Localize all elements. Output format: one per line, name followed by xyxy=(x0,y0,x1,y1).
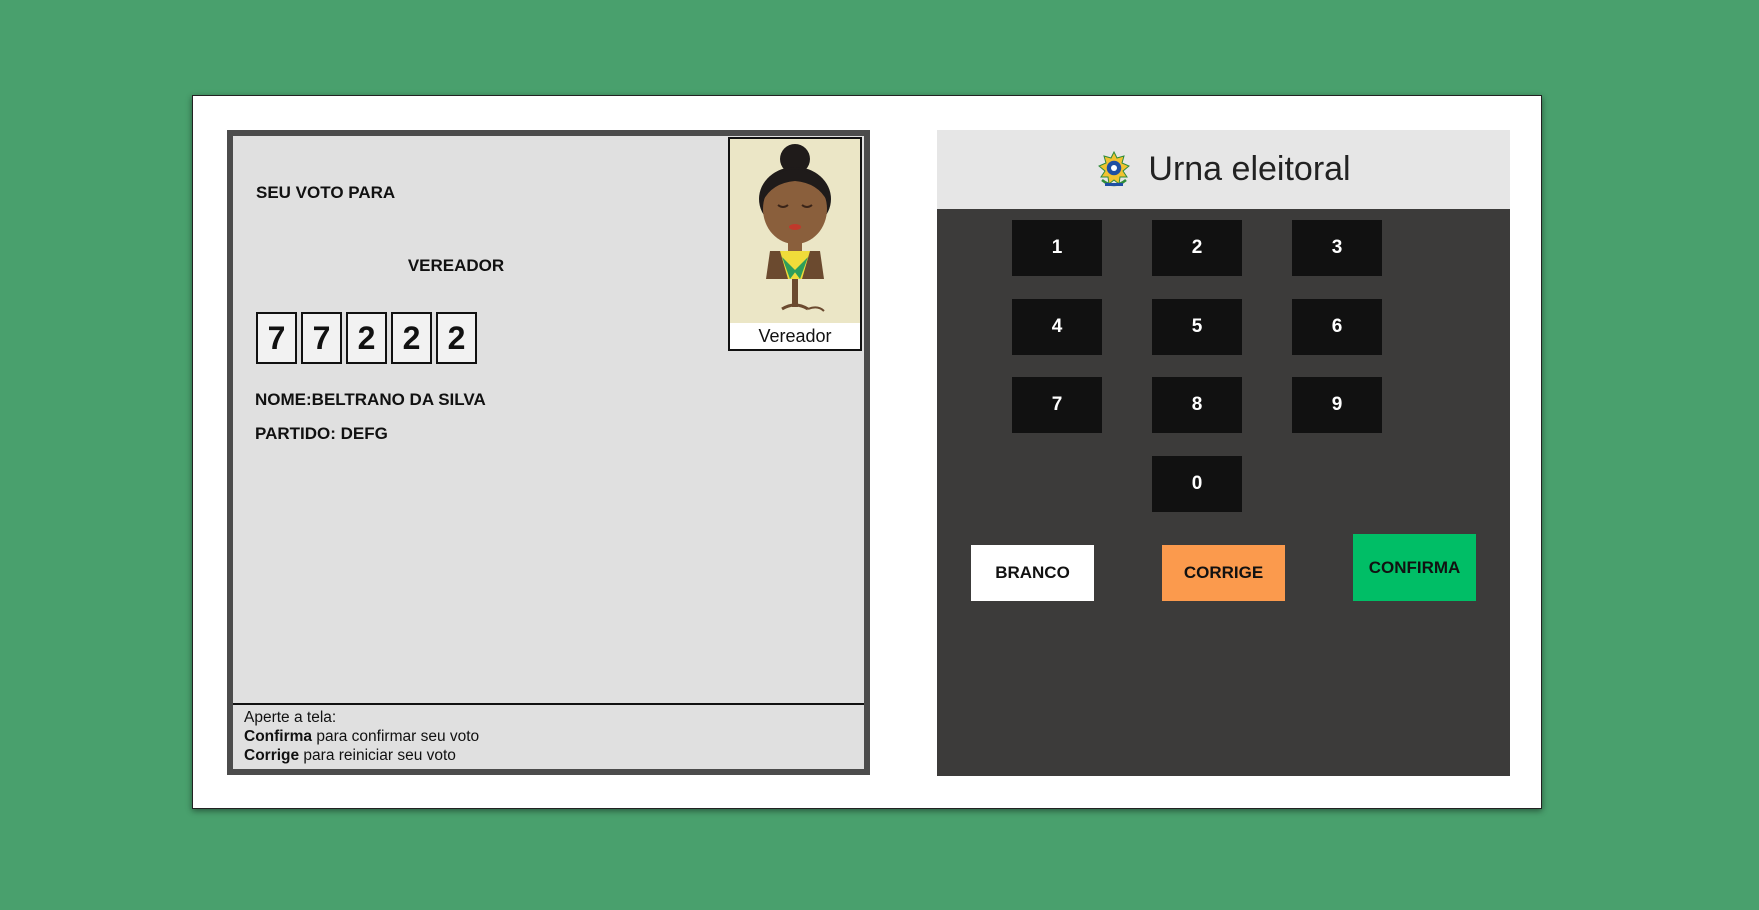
digit-box: 7 xyxy=(301,312,342,364)
digit-box: 2 xyxy=(391,312,432,364)
instructions-line3: Corrige para reiniciar seu voto xyxy=(244,746,864,765)
instructions-corrige-text: para reiniciar seu voto xyxy=(299,747,456,764)
key-1[interactable]: 1 xyxy=(1012,220,1102,276)
candidate-photo-card: Vereador xyxy=(728,137,862,351)
key-5[interactable]: 5 xyxy=(1152,299,1242,355)
keypad-title: Urna eleitoral xyxy=(1148,150,1351,188)
instructions-corrige-bold: Corrige xyxy=(244,747,300,764)
seu-voto-para-label: SEU VOTO PARA xyxy=(256,183,396,202)
digit-box: 2 xyxy=(436,312,477,364)
cargo-label: VEREADOR xyxy=(407,256,505,275)
corrige-button[interactable]: CORRIGE xyxy=(1162,545,1285,601)
key-2[interactable]: 2 xyxy=(1152,220,1242,276)
urna-container: SEU VOTO PARA VEREADOR 7 7 2 2 2 NOME:BE… xyxy=(192,95,1542,809)
number-digits: 7 7 2 2 2 xyxy=(256,312,481,364)
candidate-party: PARTIDO: DEFG xyxy=(255,424,388,443)
candidate-name: NOME:BELTRANO DA SILVA xyxy=(255,390,486,409)
instructions-line1: Aperte a tela: xyxy=(244,709,337,726)
key-4[interactable]: 4 xyxy=(1012,299,1102,355)
photo-caption: Vereador xyxy=(758,326,832,346)
voting-screen: SEU VOTO PARA VEREADOR 7 7 2 2 2 NOME:BE… xyxy=(227,130,870,775)
instructions-line2: Confirma para confirmar seu voto xyxy=(244,727,864,746)
key-9[interactable]: 9 xyxy=(1292,377,1382,433)
instructions-footer: Aperte a tela: Confirma para confirmar s… xyxy=(233,703,864,769)
branco-button[interactable]: BRANCO xyxy=(971,545,1094,601)
key-0[interactable]: 0 xyxy=(1152,456,1242,512)
instructions-confirma-bold: Confirma xyxy=(244,728,313,745)
keypad-panel: Urna eleitoral 1 2 3 4 5 6 7 8 9 0 BRANC… xyxy=(937,130,1510,776)
key-6[interactable]: 6 xyxy=(1292,299,1382,355)
digit-box: 2 xyxy=(346,312,387,364)
key-7[interactable]: 7 xyxy=(1012,377,1102,433)
brazil-coat-of-arms-icon xyxy=(1096,150,1132,190)
key-3[interactable]: 3 xyxy=(1292,220,1382,276)
confirma-button[interactable]: CONFIRMA xyxy=(1353,534,1476,601)
instructions-confirma-text: para confirmar seu voto xyxy=(312,728,480,745)
key-8[interactable]: 8 xyxy=(1152,377,1242,433)
candidate-photo xyxy=(730,139,860,323)
keypad-header: Urna eleitoral xyxy=(937,130,1510,209)
digit-box: 7 xyxy=(256,312,297,364)
